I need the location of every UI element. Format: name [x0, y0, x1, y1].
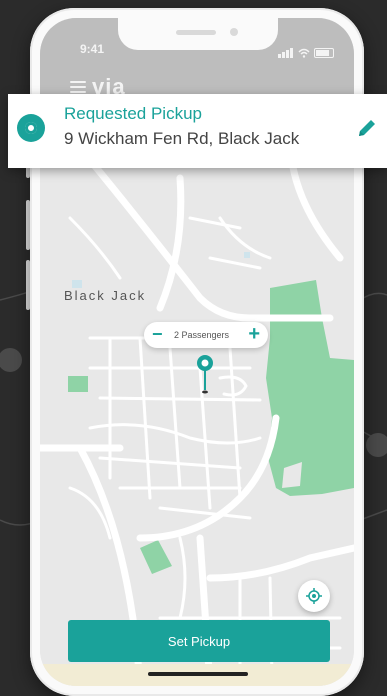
pickup-location-pin[interactable] — [196, 354, 214, 396]
pickup-address: 9 Wickham Fen Rd, Black Jack — [64, 129, 300, 148]
water-area — [244, 252, 250, 258]
status-icons — [278, 44, 334, 58]
battery-icon — [314, 48, 334, 58]
decrease-passengers-button[interactable]: − — [152, 325, 163, 343]
map-place-label: Black Jack — [64, 288, 147, 303]
front-camera — [230, 28, 238, 36]
passenger-selector: − 2 Passengers + — [144, 322, 268, 348]
signal-icon — [278, 44, 294, 58]
phone-notch — [118, 18, 278, 50]
water-area — [72, 280, 82, 288]
crosshair-icon — [306, 588, 322, 604]
pickup-location-icon — [17, 114, 45, 142]
status-time: 9:41 — [80, 42, 105, 56]
home-indicator — [148, 672, 248, 676]
status-bar: 9:41 — [40, 18, 354, 58]
recenter-location-button[interactable] — [298, 580, 330, 612]
increase-passengers-button[interactable]: + — [248, 324, 260, 344]
wifi-icon — [298, 48, 310, 58]
speaker-grille — [176, 30, 216, 35]
set-pickup-button[interactable]: Set Pickup — [68, 620, 330, 662]
requested-pickup-card[interactable]: Requested Pickup 9 Wickham Fen Rd, Black… — [8, 94, 387, 168]
passenger-count: 2 Passengers — [174, 330, 230, 340]
edit-pencil-icon[interactable] — [355, 116, 379, 140]
pickup-card-title: Requested Pickup — [64, 104, 202, 123]
park-area — [68, 376, 88, 392]
